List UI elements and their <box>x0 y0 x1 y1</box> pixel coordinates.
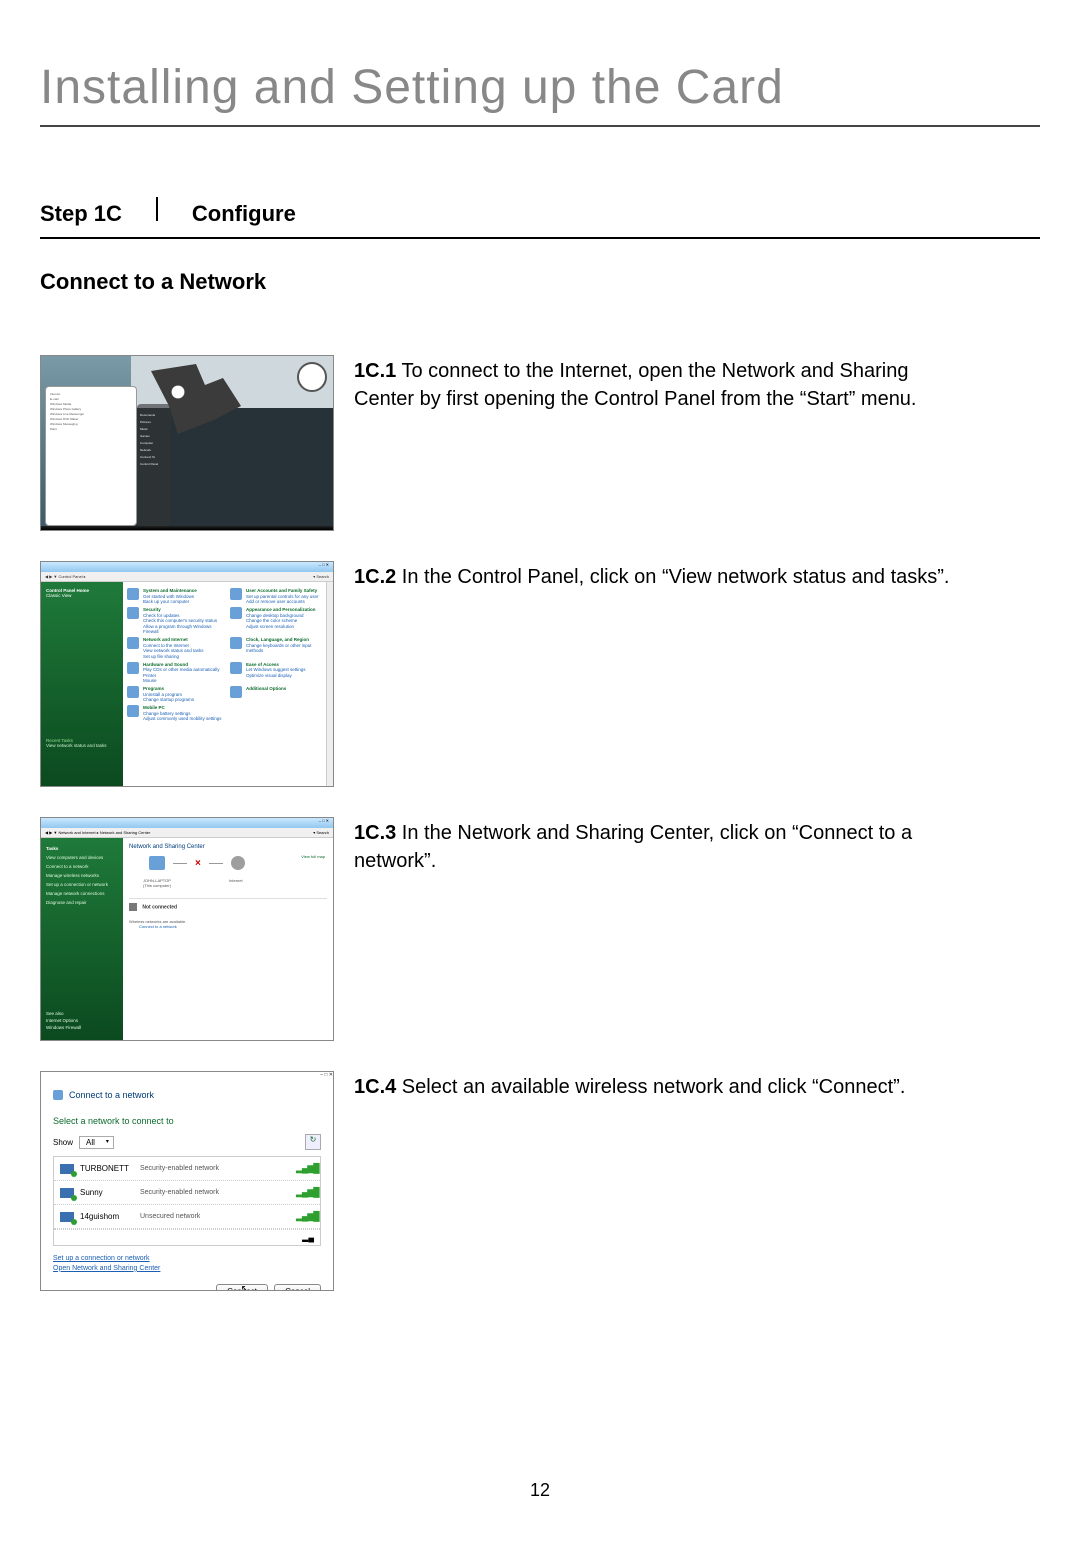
category-icon <box>127 607 139 619</box>
control-panel-category[interactable]: User Accounts and Family SafetySet up pa… <box>230 588 329 605</box>
category-icon <box>230 686 242 698</box>
step-name: Configure <box>192 201 296 227</box>
network-security: Security-enabled network <box>140 1165 296 1172</box>
category-icon <box>127 662 139 674</box>
category-icon <box>230 662 242 674</box>
dialog-buttons: Connect Cancel ↖ <box>53 1284 321 1291</box>
network-icon <box>60 1164 74 1174</box>
category-icon <box>230 588 242 600</box>
taskbar[interactable] <box>41 526 333 530</box>
dialog-links: Set up a connection or network Open Netw… <box>53 1254 321 1274</box>
control-panel-category[interactable]: Hardware and SoundPlay CDs or other medi… <box>127 662 226 685</box>
tasks-sidebar[interactable]: Tasks View computers and devices Connect… <box>41 838 123 1040</box>
network-name: 14guishom <box>80 1212 140 1221</box>
window-controls[interactable]: – □ ✕ <box>41 818 333 828</box>
address-bar[interactable]: ◀ ▶ ▼ Control Panel ▸▾ Search <box>41 572 333 582</box>
screenshot-connect-to-network: – □ ✕ Connect to a network Select a netw… <box>40 1071 334 1291</box>
network-name: TURBONETT <box>80 1164 140 1173</box>
cancel-button[interactable]: Cancel <box>274 1284 321 1291</box>
network-security: Security-enabled network <box>140 1189 296 1196</box>
connect-to-network-link[interactable]: Connect to a network <box>139 924 327 929</box>
clock-icon <box>297 362 327 392</box>
internet-icon <box>231 856 245 870</box>
not-connected-row: Not connected <box>129 898 327 911</box>
back-icon[interactable] <box>53 1090 63 1100</box>
signal-icon: ▂▄▆█ <box>296 1163 314 1174</box>
network-row-partial[interactable]: ▂▄ <box>54 1229 320 1245</box>
computer-icon <box>149 856 165 870</box>
page-number: 12 <box>0 1480 1080 1501</box>
network-row[interactable]: 14guishomUnsecured network▂▄▆█ <box>54 1205 320 1229</box>
disconnected-x-icon: × <box>195 858 201 869</box>
signal-icon: ▂▄▆█ <box>296 1187 314 1198</box>
network-list: TURBONETTSecurity-enabled network▂▄▆█Sun… <box>53 1156 321 1246</box>
control-panel-category[interactable]: ProgramsUninstall a programChange startu… <box>127 686 226 703</box>
setup-connection-link[interactable]: Set up a connection or network <box>53 1254 321 1264</box>
signal-icon: ▂▄▆█ <box>296 1211 314 1222</box>
refresh-button[interactable]: ↻ <box>305 1134 321 1150</box>
show-filter-row: Show All ↻ <box>53 1134 321 1150</box>
step-1c4-text: 1C.4 Select an available wireless networ… <box>354 1071 905 1101</box>
control-panel-items: System and MaintenanceGet started with W… <box>123 582 333 786</box>
screenshot-control-panel: – □ ✕ ◀ ▶ ▼ Control Panel ▸▾ Search Cont… <box>40 561 334 787</box>
page-title: Installing and Setting up the Card <box>40 60 1040 127</box>
network-row[interactable]: SunnySecurity-enabled network▂▄▆█ <box>54 1181 320 1205</box>
control-panel-category[interactable]: System and MaintenanceGet started with W… <box>127 588 226 605</box>
screenshot-start-menu: Internet E-mail Windows Media Windows Ph… <box>40 355 334 531</box>
step-1c3: – □ ✕ ◀ ▶ ▼ Network and Internet ▸ Netwo… <box>40 817 1040 1041</box>
step-1c2: – □ ✕ ◀ ▶ ▼ Control Panel ▸▾ Search Cont… <box>40 561 1040 787</box>
step-1c1: Internet E-mail Windows Media Windows Ph… <box>40 355 1040 531</box>
category-icon <box>127 588 139 600</box>
network-security: Unsecured network <box>140 1213 296 1220</box>
window-controls[interactable]: – □ ✕ <box>41 562 333 572</box>
control-panel-category[interactable]: Appearance and PersonalizationChange des… <box>230 607 329 635</box>
network-name: Sunny <box>80 1188 140 1197</box>
step-1c2-text: 1C.2 In the Control Panel, click on “Vie… <box>354 561 949 591</box>
category-icon <box>230 607 242 619</box>
step-1c3-text: 1C.3 In the Network and Sharing Center, … <box>354 817 954 875</box>
status-icon <box>129 903 137 911</box>
control-panel-sidebar[interactable]: Control Panel Home Classic View Recent T… <box>41 582 123 786</box>
control-panel-category[interactable]: Network and InternetConnect to the Inter… <box>127 637 226 660</box>
step-1c1-text: 1C.1 To connect to the Internet, open th… <box>354 355 954 413</box>
address-bar[interactable]: ◀ ▶ ▼ Network and Internet ▸ Network and… <box>41 828 333 838</box>
step-1c4: – □ ✕ Connect to a network Select a netw… <box>40 1071 1040 1291</box>
category-icon <box>127 637 139 649</box>
horizontal-rule <box>40 237 1040 239</box>
network-icon <box>60 1212 74 1222</box>
show-dropdown[interactable]: All <box>79 1136 114 1149</box>
control-panel-category[interactable]: Ease of AccessLet Windows suggest settin… <box>230 662 329 685</box>
control-panel-category[interactable]: Mobile PCChange battery settingsAdjust c… <box>127 705 226 722</box>
network-row[interactable]: TURBONETTSecurity-enabled network▂▄▆█ <box>54 1157 320 1181</box>
dialog-title: Connect to a network <box>53 1090 321 1100</box>
signal-icon: ▂▄ <box>302 1233 314 1242</box>
scrollbar[interactable] <box>326 582 333 786</box>
step-header: Step 1C Configure <box>40 197 1040 227</box>
start-menu-left[interactable]: Internet E-mail Windows Media Windows Ph… <box>45 386 137 526</box>
select-network-label: Select a network to connect to <box>53 1116 321 1126</box>
control-panel-category[interactable]: SecurityCheck for updatesCheck this comp… <box>127 607 226 635</box>
category-icon <box>127 686 139 698</box>
screenshot-network-sharing-center: – □ ✕ ◀ ▶ ▼ Network and Internet ▸ Netwo… <box>40 817 334 1041</box>
step-divider <box>156 197 158 221</box>
network-center-main: Network and Sharing Center View full map… <box>123 838 333 1040</box>
network-icon <box>60 1188 74 1198</box>
step-label: Step 1C <box>40 201 122 227</box>
open-nsc-link[interactable]: Open Network and Sharing Center <box>53 1264 321 1274</box>
window-controls[interactable]: – □ ✕ <box>41 1072 333 1082</box>
connect-button[interactable]: Connect <box>216 1284 268 1291</box>
view-full-map-link[interactable]: View full map <box>301 854 325 859</box>
category-icon <box>230 637 242 649</box>
start-menu-right[interactable]: Documents Pictures Music Games Computer … <box>137 404 171 526</box>
control-panel-category[interactable]: Clock, Language, and RegionChange keyboa… <box>230 637 329 660</box>
category-icon <box>127 705 139 717</box>
control-panel-category[interactable]: Additional Options <box>230 686 329 703</box>
subheading: Connect to a Network <box>40 269 1040 295</box>
